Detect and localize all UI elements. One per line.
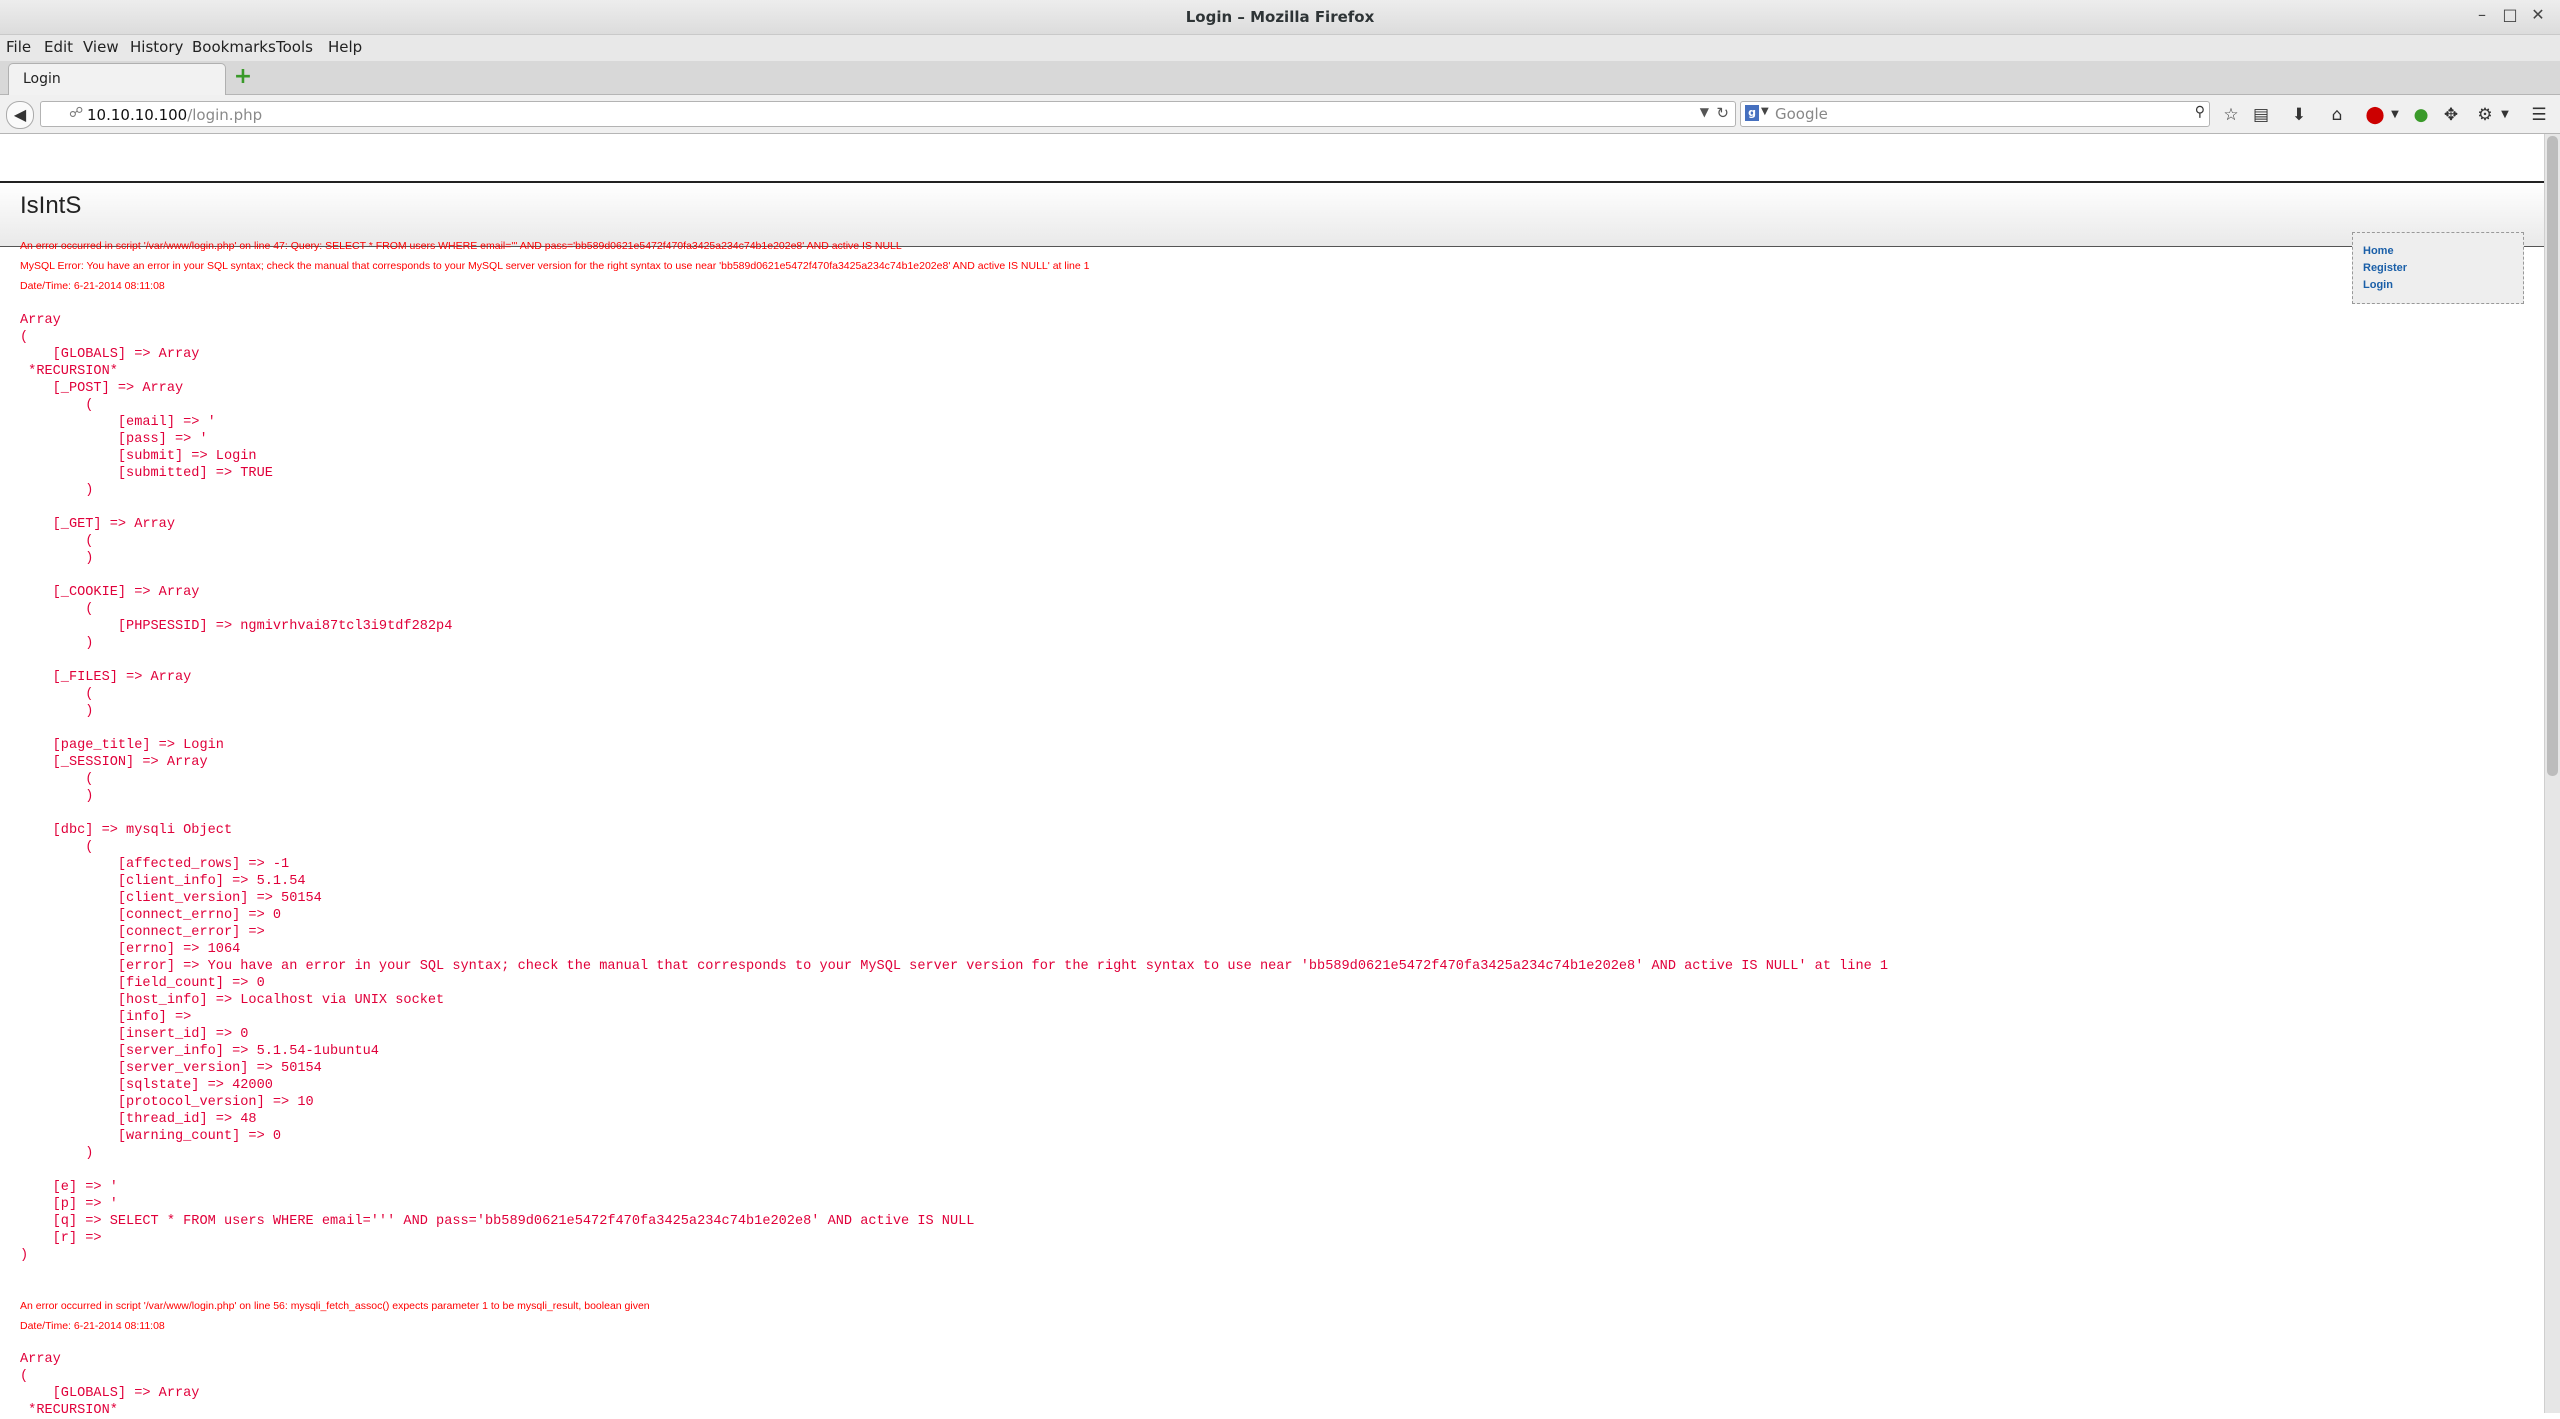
chevron-down-icon[interactable]: ▼ <box>2494 104 2516 126</box>
sidebar-nav: Home Register Login <box>2352 232 2524 304</box>
bookmarks-list-icon[interactable]: ▤ <box>2250 104 2272 126</box>
menu-bookmarks[interactable]: Bookmarks <box>192 38 276 56</box>
url-text[interactable]: 10.10.10.100/login.php <box>87 106 262 124</box>
error-message: MySQL Error: You have an error in your S… <box>20 260 1090 272</box>
menu-history[interactable]: History <box>130 38 183 56</box>
menu-view[interactable]: View <box>83 38 119 56</box>
error-message: An error occurred in script '/var/www/lo… <box>20 1300 650 1312</box>
home-icon[interactable]: ⌂ <box>2326 104 2348 126</box>
error-datetime: Date/Time: 6-21-2014 08:11:08 <box>20 1320 165 1332</box>
debug-dump: Array ( [GLOBALS] => Array *RECURSION* <box>20 1352 200 1418</box>
menu-tools[interactable]: Tools <box>276 38 313 56</box>
google-icon[interactable]: g <box>1745 105 1759 121</box>
search-icon[interactable]: ⚲ <box>2195 104 2205 120</box>
url-host: 10.10.10.100 <box>87 106 188 124</box>
tab-login[interactable]: Login <box>8 63 226 95</box>
navigation-bar: ◀ ☍ 10.10.10.100/login.php ▼ ↻ g ▼ ⚲ ☆ ▤… <box>0 95 2560 134</box>
menu-edit[interactable]: Edit <box>44 38 73 56</box>
downloads-icon[interactable]: ⬇ <box>2288 104 2310 126</box>
vertical-scrollbar[interactable] <box>2544 134 2560 1413</box>
menu-file[interactable]: File <box>6 38 31 56</box>
extension-icon[interactable]: ✥ <box>2440 104 2462 126</box>
error-message: An error occurred in script '/var/www/lo… <box>20 240 902 252</box>
minimize-button[interactable]: – <box>2470 4 2494 26</box>
window-titlebar: Login – Mozilla Firefox – □ ✕ <box>0 0 2560 35</box>
tab-label: Login <box>23 71 61 87</box>
search-bar[interactable]: g ▼ ⚲ <box>1740 101 2210 127</box>
reload-icon[interactable]: ↻ <box>1716 104 1729 122</box>
back-button[interactable]: ◀ <box>6 101 34 129</box>
page-header <box>0 183 2544 247</box>
url-path: /login.php <box>187 106 263 124</box>
scrollbar-thumb[interactable] <box>2547 136 2558 776</box>
bookmark-star-icon[interactable]: ☆ <box>2220 104 2242 126</box>
adblock-icon[interactable]: ⬤ <box>2364 104 2386 126</box>
menubar: File Edit View History Bookmarks Tools H… <box>0 35 2560 61</box>
extension-icon[interactable]: ⚙ <box>2474 104 2496 126</box>
chevron-down-icon[interactable]: ▼ <box>2384 104 2406 126</box>
search-input[interactable] <box>1775 104 2175 123</box>
menu-help[interactable]: Help <box>328 38 362 56</box>
nav-link-login[interactable]: Login <box>2363 279 2393 291</box>
debug-dump: Array ( [GLOBALS] => Array *RECURSION* [… <box>20 313 1889 1263</box>
site-title: IsIntS <box>20 192 82 219</box>
site-identity-icon[interactable]: ☍ <box>69 105 83 121</box>
window-title: Login – Mozilla Firefox <box>1185 8 1375 26</box>
new-tab-button[interactable]: + <box>232 66 254 89</box>
menu-icon[interactable]: ☰ <box>2528 104 2550 126</box>
tab-bar: Login + <box>0 61 2560 95</box>
nav-link-register[interactable]: Register <box>2363 262 2407 274</box>
chevron-down-icon[interactable]: ▼ <box>1700 105 1709 119</box>
error-datetime: Date/Time: 6-21-2014 08:11:08 <box>20 280 165 292</box>
chevron-down-icon[interactable]: ▼ <box>1761 106 1769 117</box>
nav-link-home[interactable]: Home <box>2363 245 2394 257</box>
extension-icon[interactable]: ● <box>2410 104 2432 126</box>
close-button[interactable]: ✕ <box>2526 4 2550 26</box>
url-bar[interactable]: ☍ 10.10.10.100/login.php ▼ ↻ <box>40 101 1736 127</box>
maximize-button[interactable]: □ <box>2498 4 2522 26</box>
